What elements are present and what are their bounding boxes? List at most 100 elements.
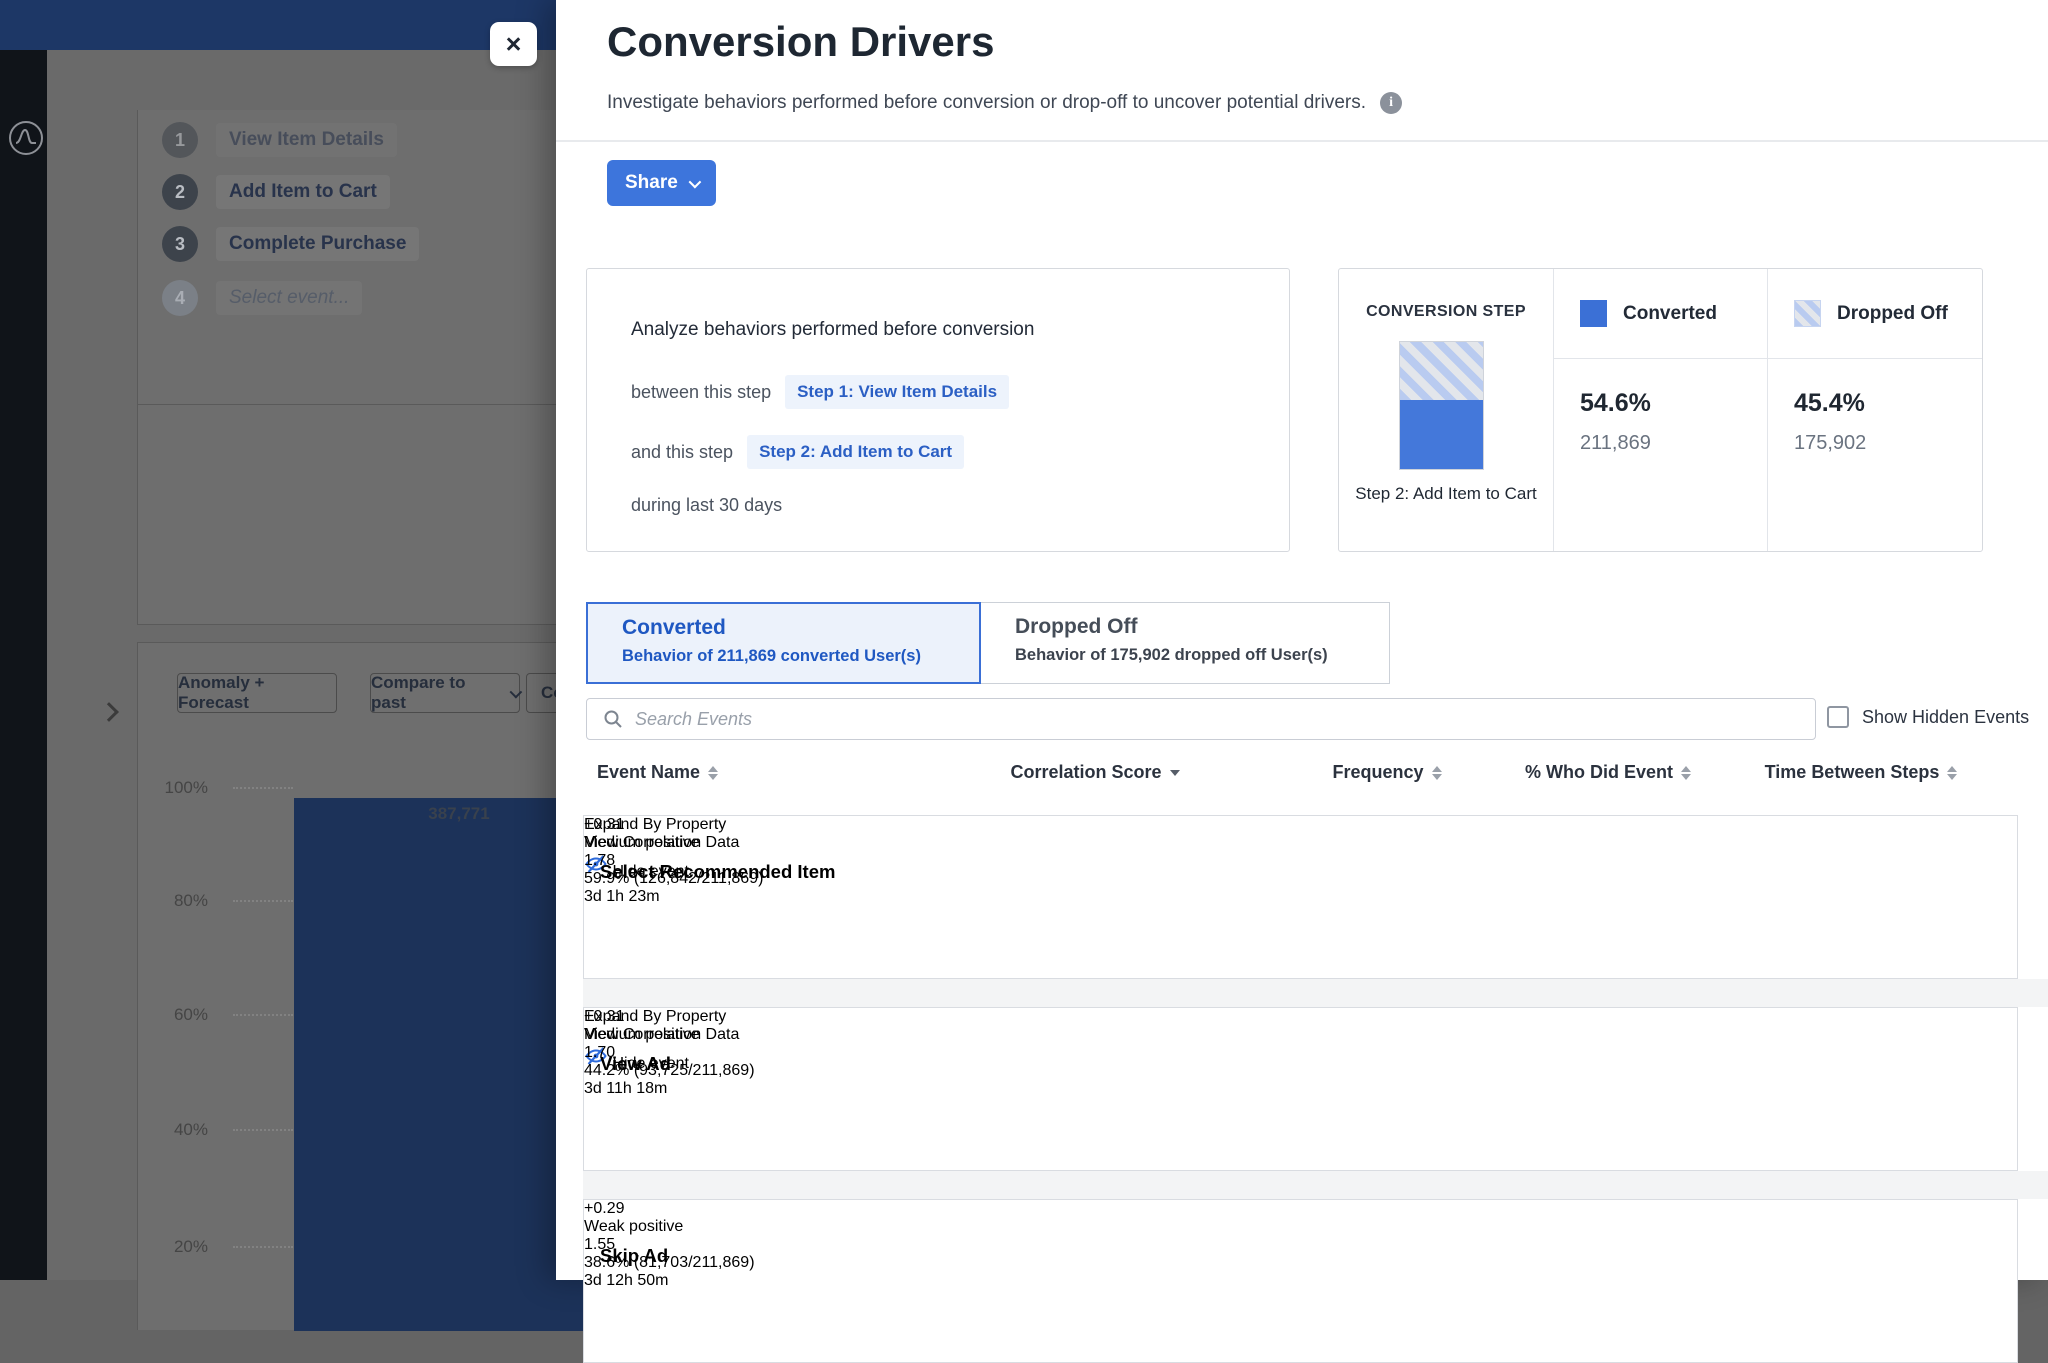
tab-title: Converted xyxy=(622,616,979,640)
gridline xyxy=(233,900,293,902)
conversion-step-visual: CONVERSION STEP Step 2: Add Item to Cart xyxy=(1339,269,1554,551)
event-name: Select Recommended Item xyxy=(600,816,835,928)
converted-count: 211,869 xyxy=(1580,432,1767,455)
y-tick-40: 40% xyxy=(138,1120,208,1140)
tab-dropped-off[interactable]: Dropped Off Behavior of 175,902 dropped … xyxy=(981,602,1390,684)
funnel-step-3[interactable]: 3 Complete Purchase xyxy=(162,224,419,264)
event-name: Skip Ad xyxy=(600,1200,668,1312)
correlation-value: +0.31 xyxy=(584,1008,2017,1026)
row-gap xyxy=(583,979,2048,1007)
conversion-step-heading: CONVERSION STEP xyxy=(1339,303,1553,321)
between-step-label: between this step xyxy=(631,382,771,403)
expand-panel-chevron-icon[interactable] xyxy=(99,702,119,722)
dropped-legend-label: Dropped Off xyxy=(1837,303,1948,325)
header-label: Correlation Score xyxy=(1010,762,1161,783)
events-table-header: Event Name Correlation Score Frequency %… xyxy=(583,762,2018,798)
dropped-stats-column: Dropped Off 45.4% 175,902 xyxy=(1768,269,1982,551)
sort-icon xyxy=(1681,766,1691,780)
step1-chip[interactable]: Step 1: View Item Details xyxy=(785,375,1009,409)
dropped-swatch-icon xyxy=(1794,300,1821,327)
correlation-strength: Medium positive xyxy=(584,1026,2017,1044)
during-label: during last 30 days xyxy=(631,495,782,516)
amplitude-logo-icon xyxy=(8,120,44,156)
gridline xyxy=(233,787,293,789)
conversion-step-stacked-bar xyxy=(1399,341,1484,470)
converted-percentage: 54.6% xyxy=(1580,389,1767,418)
header-label: % Who Did Event xyxy=(1525,762,1673,783)
sort-icon xyxy=(708,766,718,780)
gridline xyxy=(233,1014,293,1016)
search-icon xyxy=(603,709,623,729)
converted-dropped-tabs: Converted Behavior of 211,869 converted … xyxy=(586,602,1390,684)
event-row-view-ad: View Ad +0.31 Medium positive 1.70 44.2%… xyxy=(583,1007,2018,1171)
funnel-step-4-placeholder[interactable]: 4 Select event... xyxy=(162,278,362,318)
tab-converted[interactable]: Converted Behavior of 211,869 converted … xyxy=(586,602,981,684)
step-label[interactable]: Add Item to Cart xyxy=(216,175,390,209)
chevron-down-icon xyxy=(510,685,523,698)
step-number-badge: 3 xyxy=(162,226,198,262)
search-events-input[interactable] xyxy=(635,709,1735,730)
tab-subtitle: Behavior of 175,902 dropped off User(s) xyxy=(1015,646,1389,665)
sort-desc-icon xyxy=(1170,770,1180,776)
panel-header: Conversion Drivers Investigate behaviors… xyxy=(556,0,2048,142)
dropped-percentage: 45.4% xyxy=(1794,389,1982,418)
header-time-between-steps[interactable]: Time Between Steps xyxy=(1761,762,1961,783)
header-label: Event Name xyxy=(597,762,700,783)
converted-stats-column: Converted 54.6% 211,869 xyxy=(1554,269,1768,551)
gridline xyxy=(233,1246,293,1248)
sort-icon xyxy=(1432,766,1442,780)
close-button[interactable]: × xyxy=(490,22,537,66)
step-number-badge: 1 xyxy=(162,122,198,158)
step-label[interactable]: View Item Details xyxy=(216,123,397,157)
and-step-label: and this step xyxy=(631,442,733,463)
show-hidden-events-checkbox[interactable] xyxy=(1827,706,1849,728)
correlation-strength: Weak positive xyxy=(584,1218,2017,1236)
header-event-name[interactable]: Event Name xyxy=(597,762,718,783)
anomaly-forecast-button[interactable]: Anomaly + Forecast xyxy=(177,673,337,713)
y-tick-100: 100% xyxy=(138,778,208,798)
sort-icon xyxy=(1947,766,1957,780)
summary-headline: Analyze behaviors performed before conve… xyxy=(631,319,1289,341)
header-correlation-score[interactable]: Correlation Score xyxy=(985,762,1205,783)
conversion-drivers-panel: × Conversion Drivers Investigate behavio… xyxy=(556,0,2048,1280)
row-gap xyxy=(583,1171,2048,1199)
step2-chip[interactable]: Step 2: Add Item to Cart xyxy=(747,435,964,469)
step-number-badge: 4 xyxy=(162,280,198,316)
event-name: View Ad xyxy=(600,1008,671,1120)
dropped-count: 175,902 xyxy=(1794,432,1982,455)
y-tick-20: 20% xyxy=(138,1237,208,1257)
analysis-summary-card: Analyze behaviors performed before conve… xyxy=(586,268,1290,552)
conversion-step-card: CONVERSION STEP Step 2: Add Item to Cart… xyxy=(1338,268,1983,552)
dropped-off-segment xyxy=(1400,342,1483,400)
chevron-down-icon xyxy=(688,175,701,188)
compare-to-past-label: Compare to past xyxy=(371,673,501,713)
event-row-select-recommended-item: Select Recommended Item +0.31 Medium pos… xyxy=(583,815,2018,979)
y-tick-80: 80% xyxy=(138,891,208,911)
converted-legend-label: Converted xyxy=(1623,303,1717,325)
step-label[interactable]: Select event... xyxy=(216,281,362,315)
header-label: Frequency xyxy=(1332,762,1423,783)
header-frequency[interactable]: Frequency xyxy=(1337,762,1437,783)
share-button[interactable]: Share xyxy=(607,160,716,206)
funnel-options-card: Convert xyxy=(137,405,607,625)
tab-subtitle: Behavior of 211,869 converted User(s) xyxy=(622,647,979,666)
event-row-skip-ad: Skip Ad +0.29 Weak positive 1.55 38.6% (… xyxy=(583,1199,2018,1363)
funnel-step-2[interactable]: 2 Add Item to Cart xyxy=(162,172,390,212)
header-pct-who-did-event[interactable]: % Who Did Event xyxy=(1508,762,1708,783)
funnel-steps-card: 1 View Item Details 2 Add Item to Cart 3… xyxy=(137,110,607,405)
converted-swatch-icon xyxy=(1580,300,1607,327)
converted-segment xyxy=(1400,400,1483,469)
funnel-step-1[interactable]: 1 View Item Details xyxy=(162,120,397,160)
step-label[interactable]: Complete Purchase xyxy=(216,227,419,261)
header-label: Time Between Steps xyxy=(1765,762,1940,783)
funnel-chart-card: Anomaly + Forecast Compare to past Compu… xyxy=(137,642,607,1330)
compare-to-past-button[interactable]: Compare to past xyxy=(370,673,520,713)
correlation-cell: +0.31 Medium positive xyxy=(584,1008,2017,1044)
conversion-step-caption: Step 2: Add Item to Cart xyxy=(1339,484,1553,504)
show-hidden-events-label: Show Hidden Events xyxy=(1862,707,2029,728)
search-events-box xyxy=(586,698,1816,740)
info-icon[interactable]: i xyxy=(1380,92,1402,114)
panel-title: Conversion Drivers xyxy=(607,18,994,66)
tab-title: Dropped Off xyxy=(1015,615,1389,639)
summary-cards-row: Analyze behaviors performed before conve… xyxy=(586,268,1983,552)
